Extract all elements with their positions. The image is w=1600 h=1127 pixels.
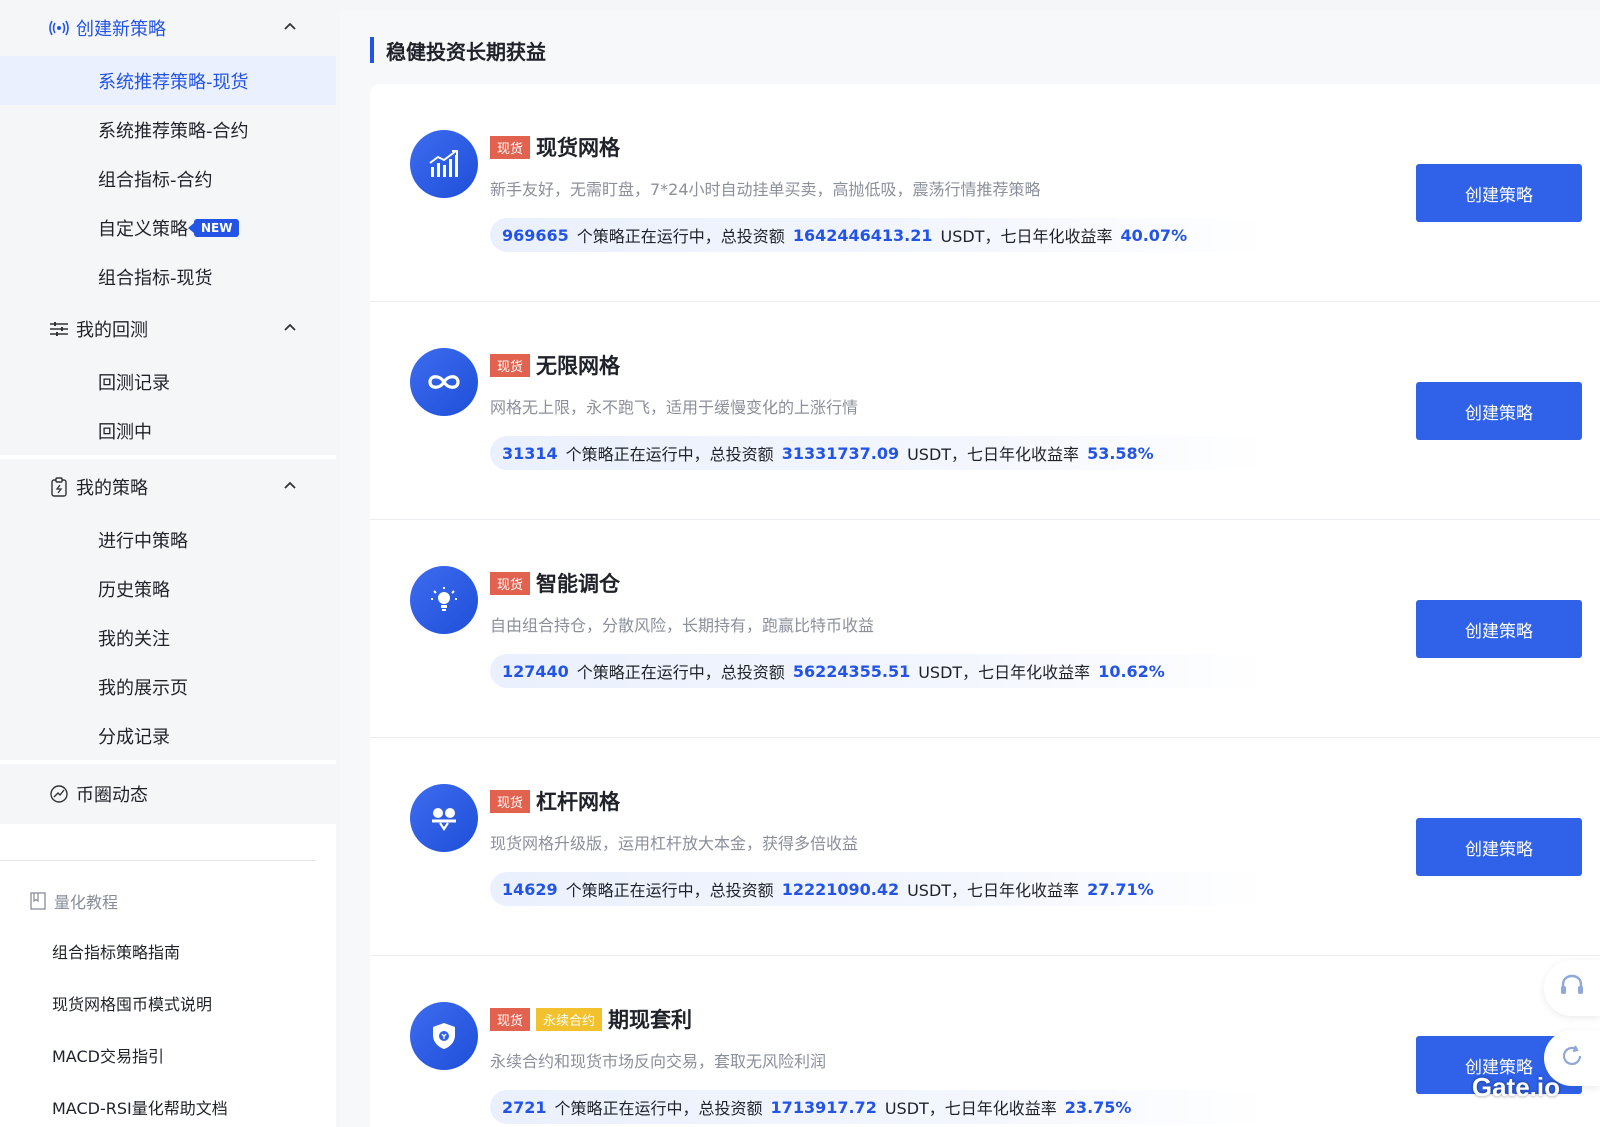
strategy-name: 现货网格 [536,136,621,160]
total-investment: 1713917.72 [770,1097,877,1117]
sidebar-item-revenue-share[interactable]: 分成记录 [0,711,336,760]
create-strategy-button[interactable]: 创建策略 [1416,382,1582,440]
strategy-description: 现货网格升级版，运用杠杆放大本金，获得多倍收益 [490,834,859,853]
sidebar-item-custom[interactable]: 自定义策略 NEW [0,203,336,252]
headset-icon [1559,973,1585,1003]
running-count: 31314 [502,443,558,463]
strategy-description: 新手友好，无需盯盘，7*24小时自动挂单买卖，高抛低吸，震荡行情推荐策略 [490,180,1041,199]
sidebar-item-combo-spot[interactable]: 组合指标-现货 [0,252,336,301]
strategy-list: 现货 现货网格 新手友好，无需盯盘，7*24小时自动挂单买卖，高抛低吸，震荡行情… [370,84,1600,1127]
strategy-card-arbitrage: 现货 永续合约 期现套利 永续合约和现货市场反向交易，套取无风险利润 2721 … [370,956,1600,1127]
create-strategy-button[interactable]: 创建策略 [1416,164,1582,222]
group-create-strategy[interactable]: 创建新策略 [0,0,336,56]
leverage-icon [410,784,478,852]
shield-icon [410,1002,478,1070]
running-count: 14629 [502,879,558,899]
sliders-icon [48,318,70,340]
group-my-strategies-label: 我的策略 [76,478,148,499]
strategy-stats: 127440 个策略正在运行中，总投资额 56224355.51 USDT，七日… [490,654,1270,688]
tutorial-heading: 量化教程 [0,877,336,925]
divider [0,860,316,861]
tutorial-link-combo-guide[interactable]: 组合指标策略指南 [0,925,336,977]
sidebar-item-system-contract[interactable]: 系统推荐策略-合约 [0,105,336,154]
chart-up-icon [410,130,478,198]
new-badge: NEW [187,218,240,237]
tag-spot: 现货 [490,135,531,159]
tutorial-link-macd[interactable]: MACD交易指引 [0,1029,336,1081]
group-backtest[interactable]: 我的回测 [0,301,336,357]
annual-yield: 40.07% [1120,225,1188,245]
strategy-description: 网格无上限，永不跑飞，适用于缓慢变化的上涨行情 [490,398,859,417]
customer-support-button[interactable] [1544,960,1600,1016]
news-icon [48,783,70,805]
group-my-strategies[interactable]: 我的策略 [0,459,336,515]
bulb-icon [410,566,478,634]
signal-icon [48,17,70,39]
tag-spot: 现货 [490,571,531,595]
strategy-description: 自由组合持仓，分散风险，长期持有，跑赢比特币收益 [490,616,875,635]
running-count: 127440 [502,661,569,681]
strategy-name: 智能调仓 [536,572,621,596]
tag-spot: 现货 [490,353,531,377]
sidebar-item-combo-contract[interactable]: 组合指标-合约 [0,154,336,203]
sidebar-item-history[interactable]: 历史策略 [0,564,336,613]
infinity-icon [410,348,478,416]
create-strategy-button[interactable]: 创建策略 [1416,818,1582,876]
sidebar-item-showcase[interactable]: 我的展示页 [0,662,336,711]
sidebar: 创建新策略 系统推荐策略-现货 系统推荐策略-合约 组合指标-合约 自定义策略 N… [0,0,336,1127]
strategy-name: 期现套利 [608,1008,693,1032]
watermark-logo: Gate.io [1471,1072,1560,1102]
total-investment: 56224355.51 [792,661,911,681]
tutorial-link-grid-hoard[interactable]: 现货网格囤币模式说明 [0,977,336,1029]
clipboard-icon [48,476,70,498]
chevron-up-icon[interactable] [284,323,296,335]
annual-yield: 53.58% [1087,443,1154,463]
group-create-label: 创建新策略 [76,19,166,40]
tag-perpetual: 永续合约 [536,1007,603,1031]
create-strategy-button[interactable]: 创建策略 [1416,600,1582,658]
strategy-card-spot-grid: 现货 现货网格 新手友好，无需盯盘，7*24小时自动挂单买卖，高抛低吸，震荡行情… [370,84,1600,302]
running-count: 2721 [502,1097,547,1117]
strategy-card-leverage-grid: 现货 杠杆网格 现货网格升级版，运用杠杆放大本金，获得多倍收益 14629 个策… [370,738,1600,956]
strategy-description: 永续合约和现货市场反向交易，套取无风险利润 [490,1052,827,1071]
sidebar-item-crypto-news[interactable]: 币圈动态 [0,764,336,824]
sidebar-item-running[interactable]: 进行中策略 [0,515,336,564]
refresh-icon [1560,1044,1584,1072]
total-investment: 1642446413.21 [792,225,933,245]
strategy-name: 杠杆网格 [536,790,621,814]
running-count: 969665 [502,225,569,245]
chevron-up-icon[interactable] [284,481,296,493]
strategy-stats: 14629 个策略正在运行中，总投资额 12221090.42 USDT，七日年… [490,872,1270,906]
sidebar-item-backtest-records[interactable]: 回测记录 [0,357,336,406]
total-investment: 12221090.42 [781,879,900,899]
strategy-stats: 2721 个策略正在运行中，总投资额 1713917.72 USDT，七日年化收… [490,1090,1270,1124]
annual-yield: 23.75% [1064,1097,1132,1117]
annual-yield: 10.62% [1098,661,1165,681]
sidebar-item-system-spot[interactable]: 系统推荐策略-现货 [0,56,336,105]
tag-spot: 现货 [490,789,531,813]
tag-spot: 现货 [490,1007,531,1031]
strategy-stats: 31314 个策略正在运行中，总投资额 31331737.09 USDT，七日年… [490,436,1270,470]
book-icon [30,892,48,910]
sidebar-item-backtesting[interactable]: 回测中 [0,406,336,455]
annual-yield: 27.71% [1087,879,1154,899]
main-content: 稳健投资长期获益 现货 现货网格 新手友好，无需盯盘，7*24小时自动挂单买卖，… [340,10,1600,1127]
strategy-stats: 969665 个策略正在运行中，总投资额 1642446413.21 USDT，… [490,218,1270,252]
chevron-up-icon[interactable] [284,22,296,34]
group-backtest-label: 我的回测 [76,320,148,341]
strategy-card-smart-rebalance: 现货 智能调仓 自由组合持仓，分散风险，长期持有，跑赢比特币收益 127440 … [370,520,1600,738]
tutorial-link-macd-rsi[interactable]: MACD-RSI量化帮助文档 [0,1081,336,1127]
strategy-card-infinite-grid: 现货 无限网格 网格无上限，永不跑飞，适用于缓慢变化的上涨行情 31314 个策… [370,302,1600,520]
crypto-news-label: 币圈动态 [76,785,148,806]
section-title: 稳健投资长期获益 [370,36,546,64]
total-investment: 31331737.09 [781,443,900,463]
sidebar-item-follows[interactable]: 我的关注 [0,613,336,662]
strategy-name: 无限网格 [536,354,621,378]
